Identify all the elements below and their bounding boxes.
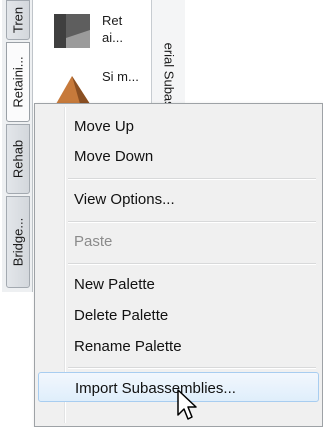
- tool-retaining-wall-label: Ret ai...: [102, 13, 123, 45]
- menu-item-label: Import Subassemblies...: [75, 380, 236, 397]
- menu-separator: [68, 367, 316, 369]
- tab-bridge[interactable]: Bridge...: [6, 196, 30, 288]
- menu-item-view-options[interactable]: View Options...: [38, 184, 319, 214]
- tab-retaining-label: Retaini...: [10, 56, 26, 108]
- menu-item-delete-palette[interactable]: Delete Palette: [38, 300, 319, 330]
- menu-item-move-down[interactable]: Move Down: [38, 141, 319, 171]
- menu-item-label: New Palette: [74, 276, 155, 293]
- tool-retaining-wall[interactable]: Ret ai...: [50, 4, 140, 56]
- menu-item-label: Delete Palette: [74, 307, 169, 324]
- menu-item-label: Rename Palette: [74, 338, 182, 355]
- menu-item-label: Move Down: [74, 148, 154, 165]
- retaining-wall-icon: [54, 14, 90, 48]
- tab-tren[interactable]: Tren: [6, 0, 30, 40]
- context-menu: Move Up Move Down View Options... Paste …: [34, 103, 323, 427]
- menu-separator: [68, 221, 316, 223]
- menu-item-rename-palette[interactable]: Rename Palette: [38, 331, 319, 361]
- tool-slope-label: Si m...: [102, 69, 139, 84]
- menu-item-label: Paste: [74, 233, 113, 250]
- menu-item-move-up[interactable]: Move Up: [38, 111, 319, 141]
- tab-tren-label: Tren: [10, 6, 26, 34]
- tab-bridge-label: Bridge...: [10, 217, 26, 267]
- menu-item-new-palette[interactable]: New Palette: [38, 269, 319, 299]
- menu-separator: [68, 263, 316, 265]
- menu-separator: [68, 178, 316, 180]
- tab-retaining[interactable]: Retaini...: [6, 42, 30, 122]
- menu-item-label: Move Up: [74, 118, 135, 135]
- tab-rehab-label: Rehab: [10, 139, 26, 179]
- menu-item-paste: Paste: [38, 226, 319, 256]
- menu-item-label: View Options...: [74, 191, 175, 208]
- slope-icon: [56, 76, 90, 104]
- mouse-pointer-icon: [177, 389, 197, 420]
- palette-tab-strip: Tren Retaini... Rehab Bridge...: [2, 0, 33, 292]
- tab-rehab[interactable]: Rehab: [6, 124, 30, 194]
